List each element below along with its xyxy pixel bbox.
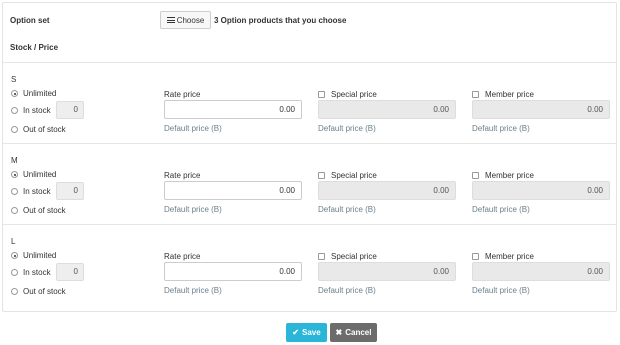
save-button[interactable]: ✔ Save xyxy=(286,323,327,342)
list-icon xyxy=(166,17,175,23)
special-price-checkbox[interactable] xyxy=(318,253,325,260)
choose-button-label: Choose xyxy=(176,15,205,25)
member-default-price: Default price (B) xyxy=(472,205,530,214)
radio-unlimited[interactable]: Unlimited xyxy=(11,89,56,98)
radio-out-of-stock[interactable]: Out of stock xyxy=(11,125,66,134)
cancel-button-label: Cancel xyxy=(345,328,372,337)
rate-price-label-text: Rate price xyxy=(164,171,201,180)
rate-price-input[interactable]: 0.00 xyxy=(164,262,302,281)
radio-button[interactable] xyxy=(11,188,18,195)
member-price-checkbox[interactable] xyxy=(472,253,479,260)
radio-button[interactable] xyxy=(11,171,18,178)
special-price-label: Special price xyxy=(331,252,377,261)
chosen-products-text: 3 Option products that you choose xyxy=(214,16,347,25)
member-price-input: 0.00 xyxy=(472,100,610,119)
option-section-m: M Unlimited In stock 0 Out of stock Rate… xyxy=(3,144,616,223)
rate-default-price: Default price (B) xyxy=(164,205,222,214)
special-default-price: Default price (B) xyxy=(318,124,376,133)
option-set-label: Option set xyxy=(10,16,50,25)
member-price-label: Member price xyxy=(485,252,534,261)
member-price-toggle[interactable]: Member price xyxy=(472,90,534,99)
radio-label: Out of stock xyxy=(23,206,66,215)
member-default-price: Default price (B) xyxy=(472,286,530,295)
special-price-input: 0.00 xyxy=(318,181,456,200)
radio-in-stock[interactable]: In stock xyxy=(11,106,51,115)
option-section-l: L Unlimited In stock 0 Out of stock Rate… xyxy=(3,225,616,304)
check-icon: ✔ xyxy=(292,328,299,337)
radio-button[interactable] xyxy=(11,207,18,214)
radio-out-of-stock[interactable]: Out of stock xyxy=(11,287,66,296)
rate-price-label: Rate price xyxy=(164,171,200,180)
form-actions: ✔ Save ✖ Cancel xyxy=(0,323,620,343)
rate-default-price: Default price (B) xyxy=(164,286,222,295)
special-default-price: Default price (B) xyxy=(318,205,376,214)
special-price-label: Special price xyxy=(331,90,377,99)
rate-default-price: Default price (B) xyxy=(164,124,222,133)
size-label: L xyxy=(11,237,16,246)
radio-label: Unlimited xyxy=(23,170,57,179)
member-price-toggle[interactable]: Member price xyxy=(472,171,534,180)
radio-label: In stock xyxy=(23,187,51,196)
close-icon: ✖ xyxy=(335,328,343,337)
special-price-toggle[interactable]: Special price xyxy=(318,252,377,261)
option-section-s: S Unlimited In stock 0 Out of stock Rate… xyxy=(3,63,616,142)
rate-price-label: Rate price xyxy=(164,252,200,261)
rate-price-input[interactable]: 0.00 xyxy=(164,100,302,119)
radio-unlimited[interactable]: Unlimited xyxy=(11,170,56,179)
radio-button[interactable] xyxy=(11,269,18,276)
special-price-toggle[interactable]: Special price xyxy=(318,90,377,99)
size-label: M xyxy=(11,156,18,165)
radio-button[interactable] xyxy=(11,252,18,259)
radio-button[interactable] xyxy=(11,107,18,114)
member-price-label: Member price xyxy=(485,90,534,99)
radio-label: Out of stock xyxy=(23,287,66,296)
member-price-input: 0.00 xyxy=(472,181,610,200)
rate-price-label-text: Rate price xyxy=(164,90,201,99)
special-price-label: Special price xyxy=(331,171,377,180)
size-label: S xyxy=(11,75,17,84)
radio-label: In stock xyxy=(23,268,51,277)
member-default-price: Default price (B) xyxy=(472,124,530,133)
member-price-toggle[interactable]: Member price xyxy=(472,252,534,261)
member-price-checkbox[interactable] xyxy=(472,172,479,179)
special-price-input: 0.00 xyxy=(318,100,456,119)
stock-price-label: Stock / Price xyxy=(10,43,59,52)
radio-unlimited[interactable]: Unlimited xyxy=(11,251,56,260)
special-price-checkbox[interactable] xyxy=(318,172,325,179)
special-price-toggle[interactable]: Special price xyxy=(318,171,377,180)
radio-button[interactable] xyxy=(11,126,18,133)
member-price-input: 0.00 xyxy=(472,262,610,281)
special-price-input: 0.00 xyxy=(318,262,456,281)
radio-label: Unlimited xyxy=(23,251,57,260)
rate-price-input[interactable]: 0.00 xyxy=(164,181,302,200)
radio-label: Unlimited xyxy=(23,89,57,98)
rate-price-label-text: Rate price xyxy=(164,252,201,261)
radio-button[interactable] xyxy=(11,288,18,295)
radio-label: Out of stock xyxy=(23,125,66,134)
radio-in-stock[interactable]: In stock xyxy=(11,187,51,196)
stock-qty-input[interactable]: 0 xyxy=(56,101,84,119)
stock-qty-input[interactable]: 0 xyxy=(56,182,84,200)
save-button-label: Save xyxy=(302,328,321,337)
cancel-button[interactable]: ✖ Cancel xyxy=(330,323,377,342)
radio-label: In stock xyxy=(23,106,51,115)
member-price-label: Member price xyxy=(485,171,534,180)
rate-price-label: Rate price xyxy=(164,90,200,99)
radio-out-of-stock[interactable]: Out of stock xyxy=(11,206,66,215)
special-default-price: Default price (B) xyxy=(318,286,376,295)
special-price-checkbox[interactable] xyxy=(318,91,325,98)
choose-button[interactable]: Choose xyxy=(160,11,211,29)
radio-in-stock[interactable]: In stock xyxy=(11,268,51,277)
member-price-checkbox[interactable] xyxy=(472,91,479,98)
stock-qty-input[interactable]: 0 xyxy=(56,263,84,281)
radio-button[interactable] xyxy=(11,90,18,97)
